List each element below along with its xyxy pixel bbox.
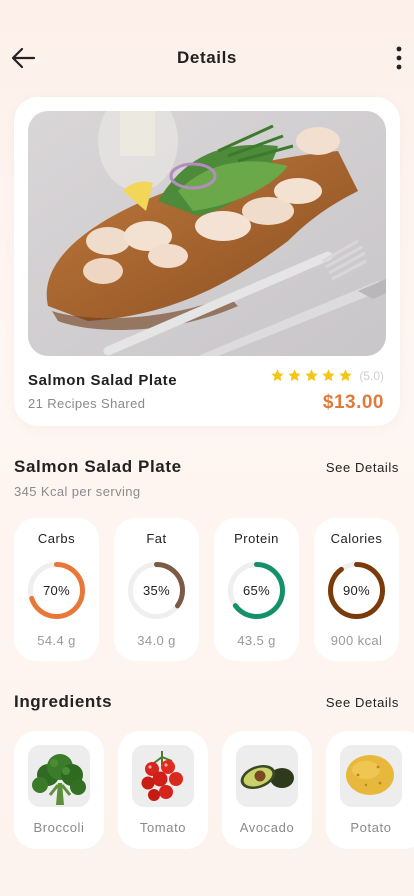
more-button[interactable] <box>394 44 404 72</box>
nutrition-title: Salmon Salad Plate <box>14 457 182 476</box>
nutrient-amount: 900 kcal <box>330 633 383 648</box>
star-icon <box>288 369 302 382</box>
nutrient-percent: 90% <box>343 583 370 598</box>
nutrient-amount: 54.4 g <box>37 633 76 648</box>
nutrient-label: Calories <box>330 531 383 546</box>
nutrient-amount: 43.5 g <box>237 633 276 648</box>
star-icon <box>322 369 336 382</box>
potato-icon <box>340 745 402 807</box>
ingredient-card-avocado[interactable]: Avocado <box>222 731 312 849</box>
nutrient-card-fat[interactable]: Fat 35% 34.0 g <box>114 518 199 661</box>
nutrient-card-calories[interactable]: Calories 90% 900 kcal <box>314 518 399 661</box>
rating-value: (5.0) <box>359 368 384 383</box>
nutrient-label: Protein <box>234 531 279 546</box>
kcal-per-serving: 345 Kcal per serving <box>14 484 141 499</box>
nutrient-card-carbs[interactable]: Carbs 70% 54.4 g <box>14 518 99 661</box>
nutrient-card-protein[interactable]: Protein 65% 43.5 g <box>214 518 299 661</box>
top-bar: Details <box>0 40 414 76</box>
broccoli-icon <box>28 745 90 807</box>
dish-card[interactable]: Salmon Salad Plate 21 Recipes Shared (5.… <box>14 97 400 426</box>
star-icon <box>271 369 285 382</box>
star-icon <box>305 369 319 382</box>
ingredient-label: Broccoli <box>33 820 85 835</box>
star-icon <box>339 369 353 382</box>
dish-photo <box>28 111 386 356</box>
nutrient-percent: 65% <box>243 583 270 598</box>
ingredients-title: Ingredients <box>14 692 113 711</box>
ingredient-card-tomato[interactable]: Tomato <box>118 731 208 849</box>
recipes-count: 21 Recipes Shared <box>28 396 146 411</box>
dish-name: Salmon Salad Plate <box>28 372 178 389</box>
avocado-icon <box>236 745 298 807</box>
nutrient-label: Carbs <box>37 531 76 546</box>
nutrient-percent: 35% <box>143 583 170 598</box>
ingredient-label: Avocado <box>239 820 295 835</box>
ingredient-card-broccoli[interactable]: Broccoli <box>14 731 104 849</box>
rating: (5.0) <box>270 368 384 383</box>
ingredient-card-potato[interactable]: Potato <box>326 731 414 849</box>
page-title: Details <box>177 48 237 67</box>
ingredient-label: Tomato <box>139 820 187 835</box>
ingredients-see-details-link[interactable]: See Details <box>326 695 399 710</box>
tomato-icon <box>132 745 194 807</box>
ingredient-label: Potato <box>350 820 392 835</box>
nutrient-percent: 70% <box>43 583 70 598</box>
nutrient-label: Fat <box>146 531 167 546</box>
price: $13.00 <box>322 392 384 413</box>
more-vertical-icon <box>396 46 402 70</box>
nutrition-see-details-link[interactable]: See Details <box>326 460 399 475</box>
nutrient-amount: 34.0 g <box>137 633 176 648</box>
